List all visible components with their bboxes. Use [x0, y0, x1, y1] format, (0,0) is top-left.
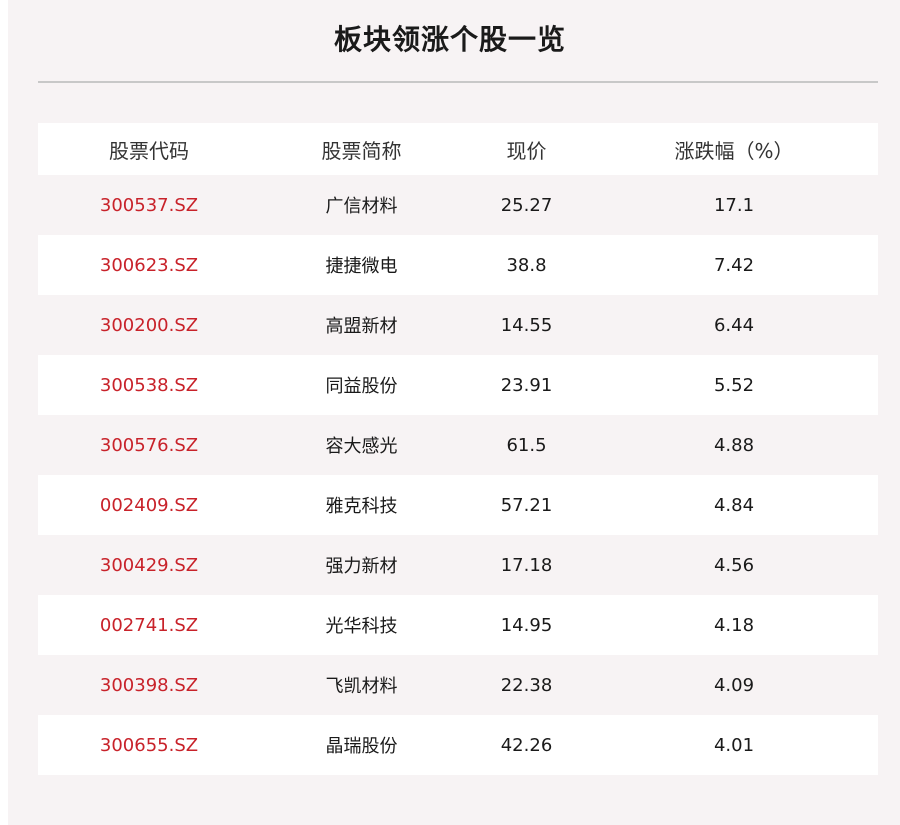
column-header-change: 涨跌幅（%） [674, 138, 794, 163]
stock-code: 002409.SZ [99, 494, 199, 516]
table-row: 300623.SZ 捷捷微电 38.8 7.42 [38, 235, 878, 295]
table-row: 300655.SZ 晶瑞股份 42.26 4.01 [38, 715, 878, 775]
stock-price: 14.95 [500, 614, 553, 636]
table-row: 300429.SZ 强力新材 17.18 4.56 [38, 535, 878, 595]
stock-change: 4.56 [713, 554, 755, 576]
stock-name: 强力新材 [325, 556, 398, 577]
stock-code: 300655.SZ [99, 734, 199, 756]
stock-change: 4.84 [713, 494, 755, 516]
stock-name: 晶瑞股份 [325, 736, 398, 757]
stock-name: 捷捷微电 [325, 256, 398, 277]
stock-name: 光华科技 [325, 616, 398, 637]
table-row: 300576.SZ 容大感光 61.5 4.88 [38, 415, 878, 475]
stock-code: 300398.SZ [99, 674, 199, 696]
stock-name: 高盟新材 [325, 316, 398, 337]
page-title: 板块领涨个股一览 [333, 23, 566, 56]
stock-change: 4.88 [713, 434, 755, 456]
stock-price: 23.91 [500, 374, 553, 396]
stock-code: 002741.SZ [99, 614, 199, 636]
table-row: 300398.SZ 飞凯材料 22.38 4.09 [38, 655, 878, 715]
stock-change: 5.52 [713, 374, 755, 396]
stock-change: 4.01 [713, 734, 755, 756]
stock-code: 300200.SZ [99, 314, 199, 336]
stock-name: 雅克科技 [325, 496, 398, 517]
column-header-name: 股票简称 [321, 138, 402, 163]
column-header-price: 现价 [506, 138, 547, 163]
stock-code: 300576.SZ [99, 434, 199, 456]
stock-price: 17.18 [500, 554, 553, 576]
stock-price: 42.26 [500, 734, 553, 756]
stock-change: 7.42 [713, 254, 755, 276]
stock-code: 300538.SZ [99, 374, 199, 396]
stock-price: 25.27 [500, 194, 553, 216]
table-row: 002741.SZ 光华科技 14.95 4.18 [38, 595, 878, 655]
stock-code: 300429.SZ [99, 554, 199, 576]
column-header-code: 股票代码 [109, 138, 189, 163]
stock-name: 同益股份 [325, 376, 398, 397]
stock-change: 17.1 [713, 194, 755, 216]
table-header-row: 股票代码 股票简称 现价 涨跌幅（%） [38, 123, 878, 175]
stock-price: 22.38 [500, 674, 553, 696]
stock-change: 4.18 [713, 614, 755, 636]
stock-code: 300623.SZ [99, 254, 199, 276]
table-row: 300200.SZ 高盟新材 14.55 6.44 [38, 295, 878, 355]
stock-price: 38.8 [506, 254, 547, 276]
stock-name: 飞凯材料 [325, 676, 398, 697]
title-divider [38, 81, 878, 83]
stock-price: 14.55 [500, 314, 553, 336]
stock-table: 股票代码 股票简称 现价 涨跌幅（%） 300537.SZ 广信材料 25.27… [38, 123, 878, 775]
stock-change: 6.44 [713, 314, 755, 336]
stock-price: 61.5 [506, 434, 547, 456]
stock-code: 300537.SZ [99, 194, 199, 216]
stock-name: 容大感光 [325, 436, 398, 457]
stock-price: 57.21 [500, 494, 553, 516]
table-row: 300538.SZ 同益股份 23.91 5.52 [38, 355, 878, 415]
stock-name: 广信材料 [325, 196, 398, 217]
stock-change: 4.09 [713, 674, 755, 696]
table-row: 300537.SZ 广信材料 25.27 17.1 [38, 175, 878, 235]
table-row: 002409.SZ 雅克科技 57.21 4.84 [38, 475, 878, 535]
